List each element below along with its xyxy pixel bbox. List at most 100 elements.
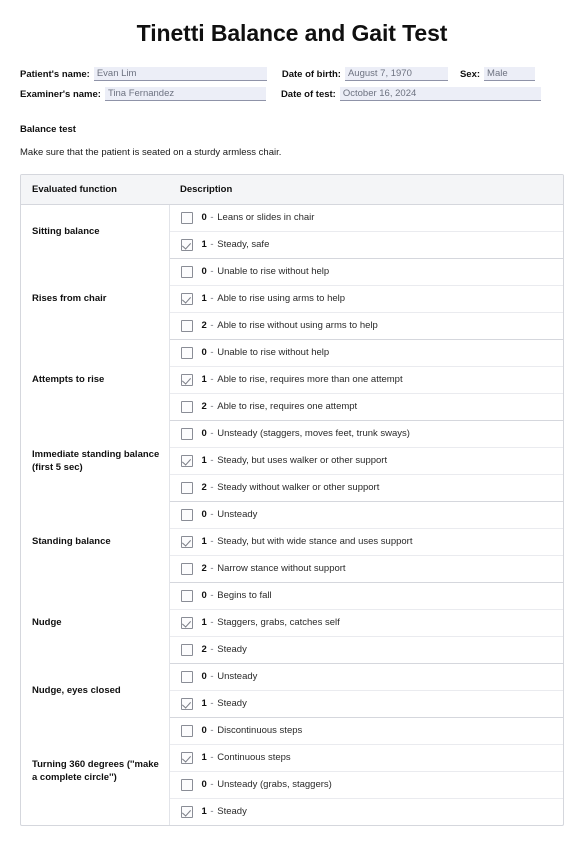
score-description: Unsteady (staggers, moves feet, trunk sw… xyxy=(217,428,410,440)
checkbox-checked-icon[interactable] xyxy=(180,616,193,629)
checkbox-unchecked-icon[interactable] xyxy=(180,724,193,737)
score-option[interactable]: 0 - Unable to rise without help xyxy=(180,265,564,278)
page-title: Tinetti Balance and Gait Test xyxy=(136,20,448,46)
score-option-label: 1 - Continuous steps xyxy=(202,751,291,764)
score-separator: - xyxy=(207,617,217,629)
checkbox-checked-icon[interactable] xyxy=(180,751,193,764)
score-description: Able to rise using arms to help xyxy=(217,293,346,305)
checkbox-unchecked-icon[interactable] xyxy=(180,643,193,656)
score-option[interactable]: 0 - Unsteady xyxy=(180,670,564,683)
score-description: Narrow stance without support xyxy=(217,563,346,575)
description-cell: 1 - Steady, but uses walker or other sup… xyxy=(169,447,564,475)
table-row: Standing balance 0 - Unsteady xyxy=(21,501,564,583)
checkbox-checked-icon[interactable] xyxy=(180,238,193,251)
checkbox-unchecked-icon[interactable] xyxy=(180,589,193,602)
score-option[interactable]: 1 - Continuous steps xyxy=(180,751,564,764)
checkbox-unchecked-icon[interactable] xyxy=(180,211,193,224)
table-row: Rises from chair 0 - Unable to rise witho… xyxy=(21,258,564,340)
score-option[interactable]: 2 - Narrow stance without support xyxy=(180,562,564,575)
date-of-test-field[interactable]: Date of test: October 16, 2024 xyxy=(281,86,541,101)
score-option[interactable]: 2 - Steady xyxy=(180,643,564,656)
score-description: Staggers, grabs, catches self xyxy=(217,617,340,629)
examiner-name-input[interactable]: Tina Fernandez xyxy=(104,86,266,101)
score-option[interactable]: 1 - Steady, but uses walker or other sup… xyxy=(180,454,564,467)
description-cell: 0 - Unsteady (staggers, moves feet, trun… xyxy=(169,420,564,448)
score-description: Steady, but with wide stance and uses su… xyxy=(217,536,413,548)
examiner-name-field[interactable]: Examiner's name: Tina Fernandez xyxy=(20,86,266,101)
balance-test-table: Evaluated function Description Sitting b… xyxy=(21,174,564,825)
document-page: Tinetti Balance and Gait Test Patient's … xyxy=(0,20,584,826)
score-separator: - xyxy=(207,401,217,413)
sex-field[interactable]: Sex: Male xyxy=(459,66,536,81)
description-cell: 0 - Begins to fall xyxy=(169,582,564,610)
checkbox-checked-icon[interactable] xyxy=(180,454,193,467)
checkbox-unchecked-icon[interactable] xyxy=(180,778,193,791)
score-description: Steady without walker or other support xyxy=(217,482,380,494)
date-of-birth-input[interactable]: August 7, 1970 xyxy=(344,66,448,81)
checkbox-unchecked-icon[interactable] xyxy=(180,508,193,521)
evaluated-function-cell: Rises from chair xyxy=(21,258,170,340)
description-cell: 1 - Steady, but with wide stance and use… xyxy=(169,528,564,556)
score-option[interactable]: 2 - Steady without walker or other suppo… xyxy=(180,481,564,494)
checkbox-checked-icon[interactable] xyxy=(180,535,193,548)
checkbox-unchecked-icon[interactable] xyxy=(180,265,193,278)
score-description: Leans or slides in chair xyxy=(217,212,315,224)
description-cell: 0 - Unsteady (grabs, staggers) xyxy=(169,771,564,799)
description-cell: 2 - Able to rise without using arms to h… xyxy=(169,312,564,340)
score-option[interactable]: 1 - Steady xyxy=(180,697,564,710)
score-option-label: 1 - Staggers, grabs, catches self xyxy=(202,616,340,629)
score-option[interactable]: 0 - Begins to fall xyxy=(180,589,564,602)
patient-name-field[interactable]: Patient's name: Evan Lim xyxy=(20,66,267,81)
checkbox-checked-icon[interactable] xyxy=(180,292,193,305)
checkbox-checked-icon[interactable] xyxy=(180,697,193,710)
date-of-birth-field[interactable]: Date of birth: August 7, 1970 xyxy=(282,66,448,81)
score-separator: - xyxy=(207,725,217,737)
score-description: Steady, safe xyxy=(217,239,270,251)
balance-test-heading: Balance test xyxy=(20,123,76,135)
score-option[interactable]: 1 - Staggers, grabs, catches self xyxy=(180,616,564,629)
description-cell: 2 - Able to rise, requires one attempt xyxy=(169,393,564,421)
balance-test-instruction: Make sure that the patient is seated on … xyxy=(20,146,282,158)
score-option[interactable]: 2 - Able to rise without using arms to h… xyxy=(180,319,564,332)
sex-label: Sex: xyxy=(459,68,481,80)
score-option-label: 0 - Unable to rise without help xyxy=(202,265,330,278)
checkbox-checked-icon[interactable] xyxy=(180,805,193,818)
checkbox-unchecked-icon[interactable] xyxy=(180,481,193,494)
table-row: Turning 360 degrees (''make a complete c… xyxy=(21,717,564,825)
score-separator: - xyxy=(207,239,217,251)
checkbox-unchecked-icon[interactable] xyxy=(180,670,193,683)
checkbox-unchecked-icon[interactable] xyxy=(180,400,193,413)
patient-name-input[interactable]: Evan Lim xyxy=(93,66,267,81)
description-cell: 1 - Able to rise using arms to help xyxy=(169,285,564,313)
score-option[interactable]: 1 - Steady, safe xyxy=(180,238,564,251)
score-option[interactable]: 0 - Unsteady xyxy=(180,508,564,521)
checkbox-unchecked-icon[interactable] xyxy=(180,346,193,359)
score-option[interactable]: 0 - Unsteady (grabs, staggers) xyxy=(180,778,564,791)
description-cell: 1 - Steady xyxy=(169,798,563,825)
score-description: Able to rise without using arms to help xyxy=(217,320,378,332)
score-option[interactable]: 1 - Able to rise using arms to help xyxy=(180,292,564,305)
sex-input[interactable]: Male xyxy=(484,66,536,81)
score-option[interactable]: 2 - Able to rise, requires one attempt xyxy=(180,400,564,413)
score-option-label: 1 - Able to rise, requires more than one… xyxy=(202,373,403,386)
score-separator: - xyxy=(207,509,217,521)
score-option[interactable]: 1 - Steady, but with wide stance and use… xyxy=(180,535,564,548)
checkbox-unchecked-icon[interactable] xyxy=(180,562,193,575)
score-description: Able to rise, requires more than one att… xyxy=(217,374,403,386)
score-value: 0 xyxy=(201,779,207,791)
score-option[interactable]: 1 - Steady xyxy=(180,805,564,818)
score-option[interactable]: 0 - Discontinuous steps xyxy=(180,724,564,737)
date-of-test-input[interactable]: October 16, 2024 xyxy=(339,86,541,101)
description-cell: 1 - Able to rise, requires more than one… xyxy=(169,366,564,394)
examiner-name-label: Examiner's name: xyxy=(20,88,101,100)
score-option[interactable]: 0 - Leans or slides in chair xyxy=(180,211,564,224)
score-option[interactable]: 1 - Able to rise, requires more than one… xyxy=(180,373,564,386)
checkbox-unchecked-icon[interactable] xyxy=(180,427,193,440)
evaluated-function-cell: Nudge, eyes closed xyxy=(21,663,170,718)
score-option[interactable]: 0 - Unsteady (staggers, moves feet, trun… xyxy=(180,427,564,440)
checkbox-checked-icon[interactable] xyxy=(180,373,193,386)
checkbox-unchecked-icon[interactable] xyxy=(180,319,193,332)
score-option[interactable]: 0 - Unable to rise without help xyxy=(180,346,564,359)
description-cell: 0 - Discontinuous steps xyxy=(169,717,564,745)
score-value: 0 xyxy=(201,671,207,683)
